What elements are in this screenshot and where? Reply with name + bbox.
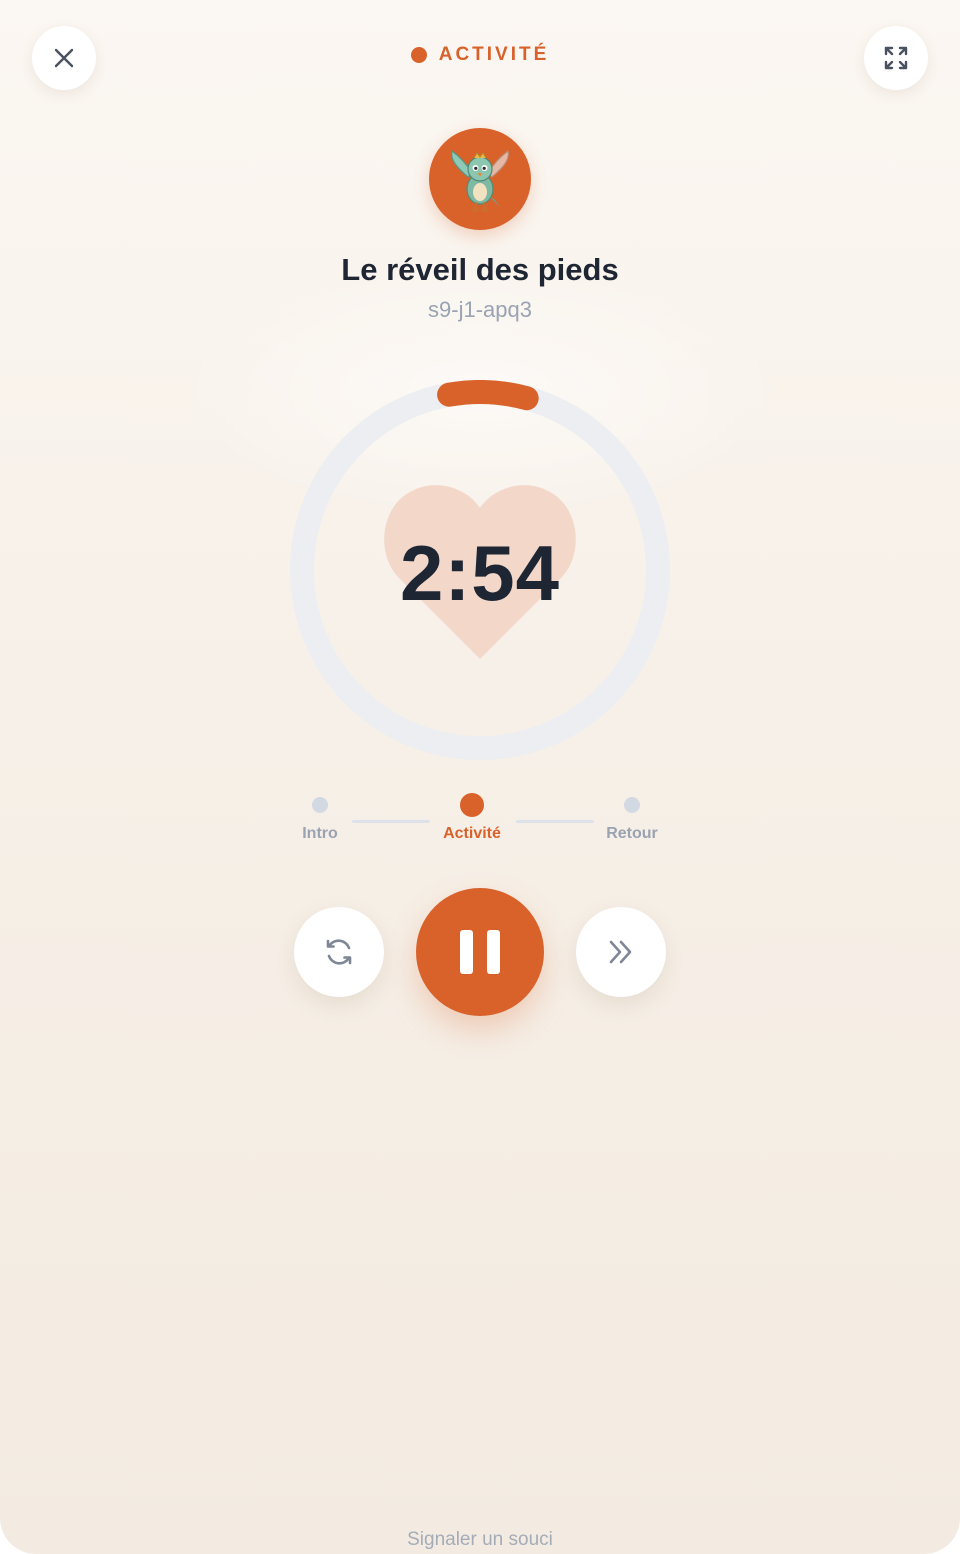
- activity-player: ACTIVITÉ Le réveil des pieds s9-j1-apq3 …: [0, 0, 960, 1554]
- skip-icon: [609, 940, 632, 964]
- step-dot: [312, 797, 328, 813]
- restart-icon: [326, 939, 352, 965]
- step-dot-active: [460, 793, 484, 817]
- pause-button[interactable]: [416, 888, 544, 1016]
- step-progress: Intro Activité Retour: [290, 790, 670, 860]
- report-issue-link[interactable]: Signaler un souci: [0, 1529, 960, 1551]
- pause-icon: [460, 930, 500, 974]
- activity-code: s9-j1-apq3: [428, 297, 532, 322]
- step-dot: [624, 797, 640, 813]
- fullscreen-icon: [884, 46, 908, 70]
- activity-avatar: [429, 128, 531, 230]
- bird-mascot-icon: [451, 149, 509, 212]
- step-activite: Activité: [422, 790, 522, 843]
- phase-indicator: ACTIVITÉ: [0, 44, 960, 66]
- step-intro: Intro: [270, 790, 370, 843]
- step-connector: [352, 820, 430, 823]
- fullscreen-button[interactable]: [864, 26, 928, 90]
- step-label: Activité: [443, 825, 501, 842]
- timer-progress-arc: [437, 380, 539, 411]
- skip-button[interactable]: [576, 907, 666, 997]
- phase-dot: [410, 47, 427, 63]
- step-retour: Retour: [582, 790, 682, 843]
- timer: 2:54: [290, 380, 670, 760]
- restart-button[interactable]: [294, 907, 384, 997]
- step-label: Intro: [302, 825, 338, 842]
- phase-label: ACTIVITÉ: [438, 44, 550, 65]
- activity-title: Le réveil des pieds: [341, 252, 619, 287]
- timer-display: 2:54: [399, 529, 561, 617]
- step-label: Retour: [606, 825, 658, 842]
